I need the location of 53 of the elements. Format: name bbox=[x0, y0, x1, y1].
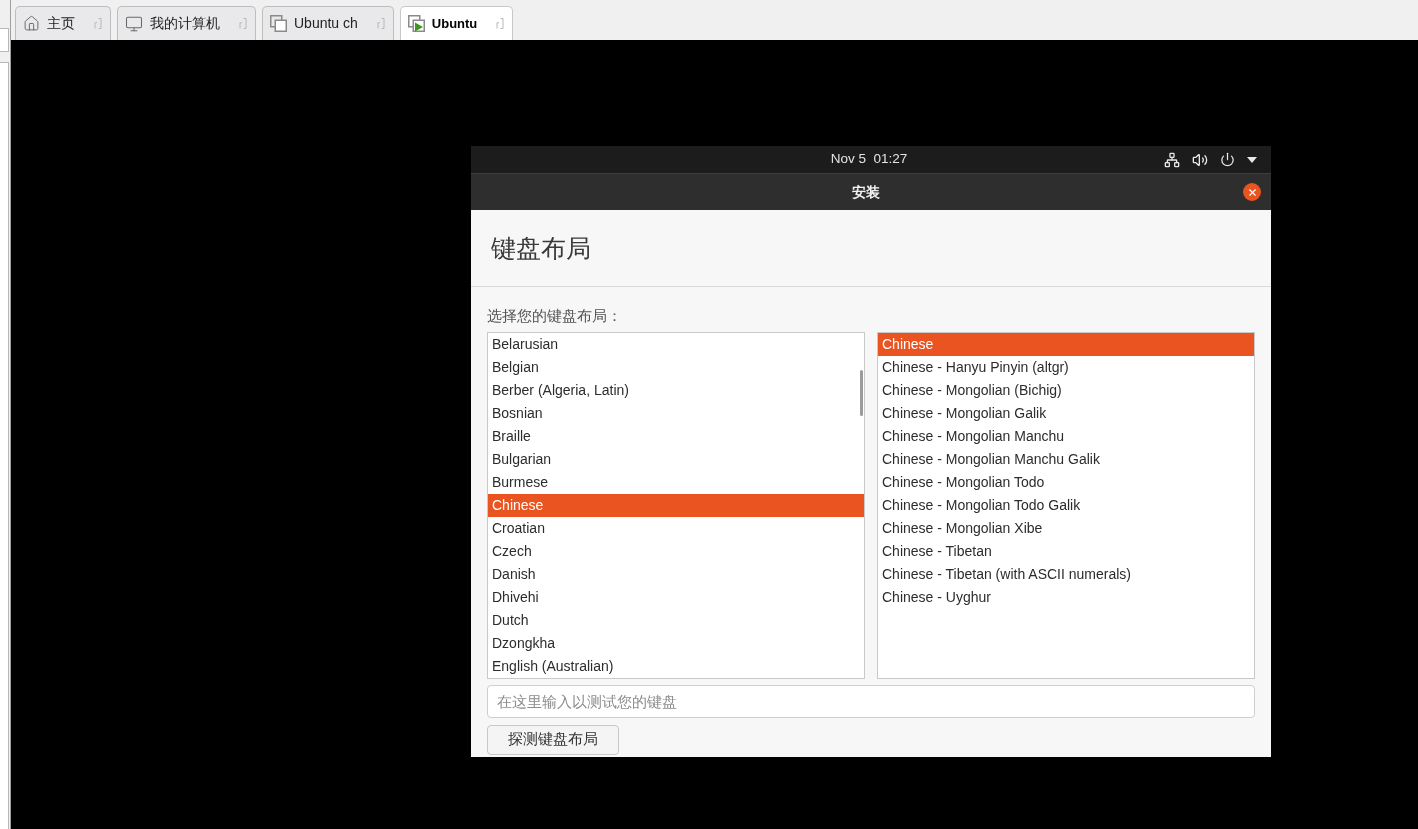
page-heading: 键盘布局 bbox=[491, 233, 591, 263]
tab[interactable]: 主页 bbox=[15, 6, 111, 40]
stacked-windows-play-icon bbox=[407, 15, 425, 32]
list-item[interactable]: Chinese - Tibetan (with ASCII numerals) bbox=[878, 563, 1254, 586]
list-item[interactable]: Chinese bbox=[488, 494, 864, 517]
list-item[interactable]: Czech bbox=[488, 540, 858, 563]
scrollbar-thumb[interactable] bbox=[860, 370, 863, 416]
window-title: 安装 bbox=[852, 182, 880, 202]
list-item[interactable]: Danish bbox=[488, 563, 858, 586]
list-item[interactable]: Croatian bbox=[488, 517, 858, 540]
clock-text[interactable]: Nov 5 01:27 bbox=[830, 149, 908, 170]
list-item[interactable]: Burmese bbox=[488, 471, 858, 494]
home-icon bbox=[23, 15, 40, 32]
list-item[interactable]: Chinese - Mongolian Todo Galik bbox=[878, 494, 1254, 517]
list-item[interactable]: Chinese - Hanyu Pinyin (altgr) bbox=[878, 356, 1254, 379]
monitor-icon bbox=[125, 14, 143, 33]
list-item[interactable]: Belarusian bbox=[488, 333, 858, 356]
list-item[interactable]: Braille bbox=[488, 425, 858, 448]
caret-down-icon[interactable] bbox=[1247, 156, 1257, 163]
close-icon bbox=[1246, 186, 1258, 198]
list-item[interactable]: Bulgarian bbox=[488, 448, 858, 471]
stacked-windows-icon bbox=[270, 15, 287, 32]
list-item[interactable]: Chinese - Mongolian Manchu Galik bbox=[878, 448, 1254, 471]
list-item[interactable]: English (Australian) bbox=[488, 655, 858, 678]
list-item[interactable]: Chinese - Mongolian Todo bbox=[878, 471, 1254, 494]
tab[interactable]: Ubuntu ch bbox=[262, 6, 394, 40]
list-item[interactable]: Chinese - Tibetan bbox=[878, 540, 1254, 563]
bracket-icon bbox=[376, 18, 385, 29]
list-item[interactable]: Chinese - Mongolian Galik bbox=[878, 402, 1254, 425]
input-field[interactable] bbox=[0, 28, 9, 52]
prompt-label: 选择您的键盘布局： bbox=[487, 307, 622, 326]
list-item[interactable]: Chinese - Uyghur bbox=[878, 586, 1254, 609]
tab[interactable]: Ubuntu bbox=[399, 6, 514, 40]
list-item[interactable]: Belgian bbox=[488, 356, 858, 379]
list-item[interactable]: Chinese - Mongolian Manchu bbox=[878, 425, 1254, 448]
list-item[interactable]: Dutch bbox=[488, 609, 858, 632]
list-item[interactable]: Dhivehi bbox=[488, 586, 858, 609]
list-item[interactable]: Chinese bbox=[878, 333, 1254, 356]
volume-icon[interactable] bbox=[1192, 151, 1208, 168]
list-item[interactable]: Chinese - Mongolian (Bichig) bbox=[878, 379, 1254, 402]
bracket-icon bbox=[496, 18, 505, 29]
close-button[interactable] bbox=[1243, 183, 1261, 201]
network-icon[interactable] bbox=[1164, 151, 1180, 168]
bracket-icon bbox=[94, 18, 102, 29]
list-item[interactable]: Bosnian bbox=[488, 402, 858, 425]
detect-layout-button[interactable]: 探测键盘布局 bbox=[487, 725, 619, 755]
list-item[interactable]: Berber (Algeria, Latin) bbox=[488, 379, 858, 402]
tab[interactable]: 我的计算机 bbox=[117, 6, 256, 40]
list-item[interactable]: Chinese - Mongolian Xibe bbox=[878, 517, 1254, 540]
power-icon[interactable] bbox=[1220, 152, 1235, 167]
list-item[interactable]: Dzongkha bbox=[488, 632, 858, 655]
keyboard-test-field[interactable]: 在这里输入以测试您的键盘 bbox=[487, 685, 1255, 718]
bracket-icon bbox=[239, 18, 247, 29]
